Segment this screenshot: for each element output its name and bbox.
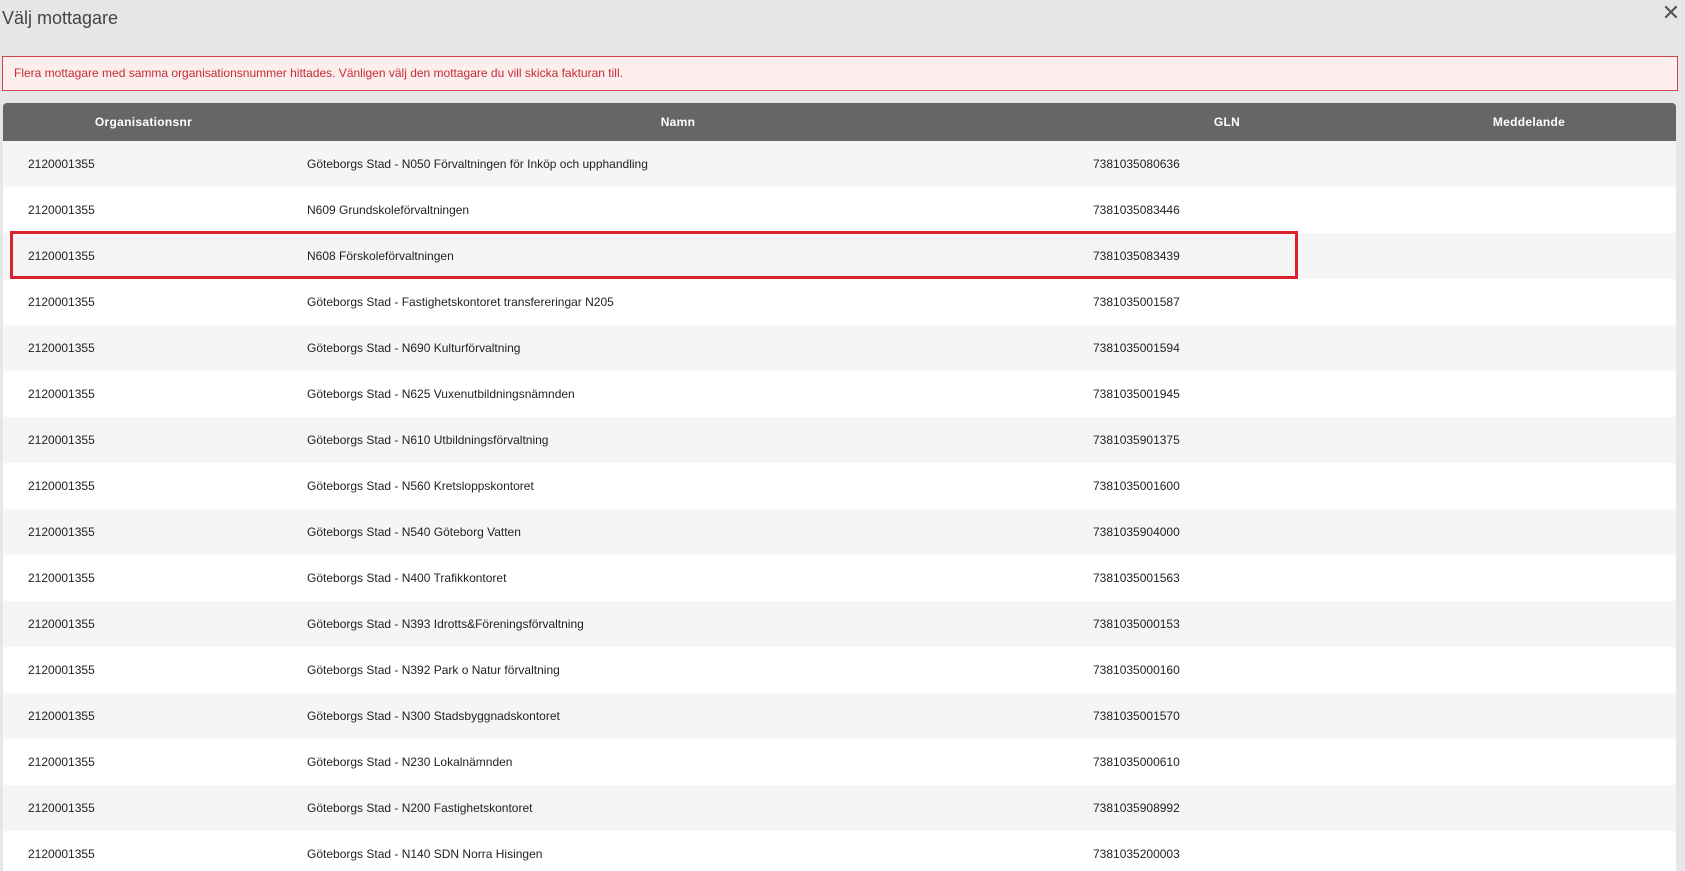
cell-gln: 7381035000610 [1093, 755, 1180, 769]
cell-message [1382, 601, 1676, 647]
cell-gln: 7381035000160 [1093, 663, 1180, 677]
column-header-message[interactable]: Meddelande [1382, 103, 1676, 141]
cell-gln: 7381035001945 [1093, 387, 1180, 401]
cell-org: 2120001355 [28, 755, 95, 769]
cell-gln: 7381035000153 [1093, 617, 1180, 631]
cell-gln: 7381035083439 [1093, 249, 1180, 263]
cell-message [1382, 463, 1676, 509]
cell-gln: 7381035083446 [1093, 203, 1180, 217]
cell-gln: 7381035001594 [1093, 341, 1180, 355]
cell-name: Göteborgs Stad - Fastighetskontoret tran… [307, 295, 614, 309]
table-row[interactable]: 2120001355 Göteborgs Stad - N393 Idrotts&… [3, 601, 1676, 647]
cell-org: 2120001355 [28, 617, 95, 631]
cell-gln: 7381035908992 [1093, 801, 1180, 815]
table-row[interactable]: 2120001355 Göteborgs Stad - N392 Park o N… [3, 647, 1676, 693]
column-header-org[interactable]: Organisationsnr [3, 103, 284, 141]
cell-message [1382, 831, 1676, 871]
cell-org: 2120001355 [28, 663, 95, 677]
table-row[interactable]: 2120001355 Göteborgs Stad - N140 SDN Norr… [3, 831, 1676, 871]
cell-name: Göteborgs Stad - N392 Park o Natur förva… [307, 663, 560, 677]
close-icon[interactable]: ✕ [1660, 2, 1682, 24]
cell-name: Göteborgs Stad - N540 Göteborg Vatten [307, 525, 521, 539]
cell-message [1382, 555, 1676, 601]
recipients-table-container: Organisationsnr Namn GLN Meddelande 2120… [3, 103, 1676, 871]
cell-name: N609 Grundskoleförvaltningen [307, 203, 470, 217]
cell-message [1382, 279, 1676, 325]
cell-name: N608 Förskoleförvaltningen [307, 249, 454, 263]
cell-name: Göteborgs Stad - N200 Fastighetskontoret [307, 801, 533, 815]
cell-name: Göteborgs Stad - N610 Utbildningsförvalt… [307, 433, 549, 447]
table-row[interactable]: 2120001355 Göteborgs Stad - Fastighetskon… [3, 279, 1676, 325]
table-row[interactable]: 2120001355 Göteborgs Stad - N050 Förvaltn… [3, 141, 1676, 187]
cell-message [1382, 141, 1676, 187]
cell-gln: 7381035001587 [1093, 295, 1180, 309]
cell-message [1382, 417, 1676, 463]
cell-org: 2120001355 [28, 249, 95, 263]
cell-name: Göteborgs Stad - N050 Förvaltningen för … [307, 157, 648, 171]
cell-org: 2120001355 [28, 801, 95, 815]
cell-message [1382, 785, 1676, 831]
table-row[interactable]: 2120001355 Göteborgs Stad - N400 Trafikko… [3, 555, 1676, 601]
cell-org: 2120001355 [28, 525, 95, 539]
cell-message [1382, 739, 1676, 785]
table-row[interactable]: 2120001355 Göteborgs Stad - N200 Fastighe… [3, 785, 1676, 831]
cell-gln: 7381035901375 [1093, 433, 1180, 447]
table-header-row: Organisationsnr Namn GLN Meddelande [3, 103, 1676, 141]
cell-name: Göteborgs Stad - N690 Kulturförvaltning [307, 341, 521, 355]
cell-message [1382, 325, 1676, 371]
cell-org: 2120001355 [28, 847, 95, 861]
cell-org: 2120001355 [28, 571, 95, 585]
cell-message [1382, 509, 1676, 555]
cell-org: 2120001355 [28, 433, 95, 447]
cell-gln: 7381035001563 [1093, 571, 1180, 585]
cell-gln: 7381035904000 [1093, 525, 1180, 539]
table-row[interactable]: 2120001355 Göteborgs Stad - N300 Stadsbyg… [3, 693, 1676, 739]
cell-org: 2120001355 [28, 341, 95, 355]
cell-org: 2120001355 [28, 479, 95, 493]
cell-name: Göteborgs Stad - N140 SDN Norra Hisingen [307, 847, 543, 861]
cell-org: 2120001355 [28, 387, 95, 401]
cell-message [1382, 233, 1676, 279]
cell-org: 2120001355 [28, 203, 95, 217]
cell-name: Göteborgs Stad - N393 Idrotts&Föreningsf… [307, 617, 584, 631]
table-header: Organisationsnr Namn GLN Meddelande [3, 103, 1676, 141]
cell-name: Göteborgs Stad - N400 Trafikkontoret [307, 571, 507, 585]
table-row[interactable]: 2120001355 Göteborgs Stad - N625 Vuxenutb… [3, 371, 1676, 417]
table-row[interactable]: 2120001355 N608 Förskoleförvaltningen 7381… [3, 233, 1676, 279]
table-row[interactable]: 2120001355 Göteborgs Stad - N540 Göteborg… [3, 509, 1676, 555]
recipients-table: Organisationsnr Namn GLN Meddelande 2120… [3, 103, 1676, 871]
table-body: 2120001355 Göteborgs Stad - N050 Förvaltn… [3, 141, 1676, 871]
cell-gln: 7381035001570 [1093, 709, 1180, 723]
cell-message [1382, 371, 1676, 417]
dialog-title: Välj mottagare [2, 8, 119, 28]
cell-org: 2120001355 [28, 157, 95, 171]
column-header-gln[interactable]: GLN [1072, 103, 1382, 141]
cell-name: Göteborgs Stad - N560 Kretsloppskontoret [307, 479, 534, 493]
table-row[interactable]: 2120001355 Göteborgs Stad - N560 Kretslop… [3, 463, 1676, 509]
cell-name: Göteborgs Stad - N625 Vuxenutbildningsnä… [307, 387, 575, 401]
table-row[interactable]: 2120001355 Göteborgs Stad - N610 Utbildni… [3, 417, 1676, 463]
cell-gln: 7381035200003 [1093, 847, 1180, 861]
select-recipient-dialog: Välj mottagare ✕ Flera mottagare med sam… [0, 0, 1685, 871]
table-row[interactable]: 2120001355 Göteborgs Stad - N230 Lokalnäm… [3, 739, 1676, 785]
cell-gln: 7381035080636 [1093, 157, 1180, 171]
cell-message [1382, 647, 1676, 693]
error-alert: Flera mottagare med samma organisationsn… [2, 56, 1678, 91]
cell-org: 2120001355 [28, 295, 95, 309]
cell-org: 2120001355 [28, 709, 95, 723]
table-row[interactable]: 2120001355 Göteborgs Stad - N690 Kulturfö… [3, 325, 1676, 371]
cell-gln: 7381035001600 [1093, 479, 1180, 493]
cell-message [1382, 693, 1676, 739]
cell-name: Göteborgs Stad - N300 Stadsbyggnadskonto… [307, 709, 560, 723]
column-header-name[interactable]: Namn [284, 103, 1072, 141]
cell-name: Göteborgs Stad - N230 Lokalnämnden [307, 755, 513, 769]
table-row[interactable]: 2120001355 N609 Grundskoleförvaltningen 73… [3, 187, 1676, 233]
cell-message [1382, 187, 1676, 233]
